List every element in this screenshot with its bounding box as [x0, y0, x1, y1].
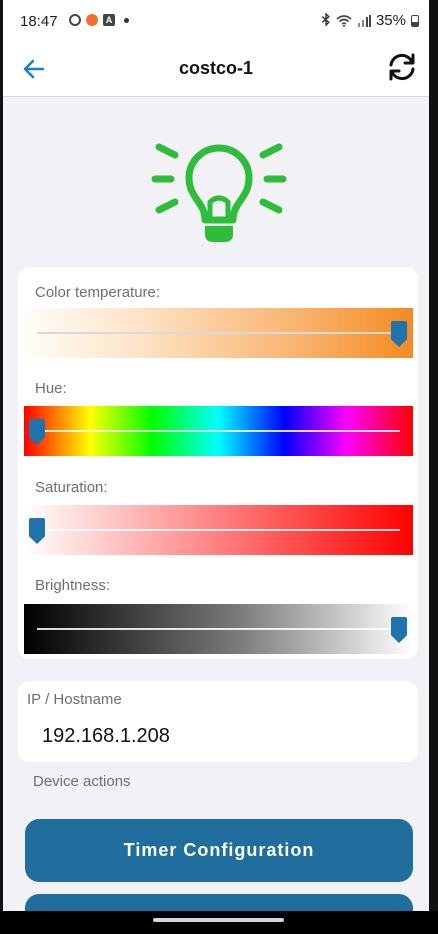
- nav-bar: costco-1: [3, 44, 429, 97]
- battery-icon: [411, 14, 419, 27]
- more-notifications-dot-icon: [124, 17, 129, 23]
- slider-rail: [37, 628, 400, 630]
- timer-configuration-button[interactable]: Timer Configuration: [25, 819, 413, 882]
- battery-percent: 35%: [375, 12, 406, 29]
- ip-hostname-field[interactable]: 192.168.1.208: [42, 725, 402, 748]
- saturation-slider[interactable]: [24, 505, 413, 555]
- ip-hostname-card: IP / Hostname 192.168.1.208: [18, 681, 418, 762]
- saturation-label: Saturation:: [35, 479, 108, 496]
- color-temperature-label: Color temperature:: [35, 284, 161, 301]
- firefox-icon: [86, 14, 98, 26]
- app-screen: 18:47 A 35% costco-1 Color temperature: …: [3, 0, 429, 934]
- hue-label: Hue:: [35, 380, 67, 397]
- wifi-icon: [336, 14, 352, 27]
- brightness-label: Brightness:: [35, 577, 111, 594]
- saturation-thumb[interactable]: [29, 518, 45, 544]
- brightness-slider[interactable]: [24, 604, 413, 654]
- slider-rail: [37, 430, 400, 432]
- screen-edge: [429, 0, 438, 934]
- color-controls-card: Color temperature: Hue: Saturation: Brig…: [18, 267, 418, 659]
- status-time: 18:47: [20, 13, 58, 30]
- hue-slider[interactable]: [24, 406, 413, 456]
- bluetooth-icon: [321, 11, 331, 29]
- page-title: costco-1: [178, 58, 254, 78]
- color-temperature-slider[interactable]: [24, 308, 413, 358]
- a-icon: A: [103, 14, 115, 26]
- refresh-button[interactable]: [385, 50, 419, 84]
- system-status: 35%: [321, 11, 419, 29]
- gesture-bar: [0, 911, 438, 934]
- ip-hostname-label: IP / Hostname: [27, 691, 122, 708]
- device-actions-label: Device actions: [33, 773, 131, 790]
- slider-rail: [37, 332, 400, 334]
- slider-rail: [37, 529, 400, 531]
- signal-icon: [357, 14, 371, 27]
- refresh-icon: [389, 53, 415, 81]
- color-temperature-thumb[interactable]: [391, 321, 407, 347]
- notification-icons: A: [69, 14, 129, 26]
- home-gesture-handle[interactable]: [153, 918, 284, 922]
- hue-thumb[interactable]: [29, 419, 45, 445]
- chrome-icon: [69, 14, 81, 26]
- status-bar: 18:47 A 35%: [3, 0, 429, 44]
- brightness-thumb[interactable]: [391, 617, 407, 643]
- lightbulb-icon: [151, 143, 287, 242]
